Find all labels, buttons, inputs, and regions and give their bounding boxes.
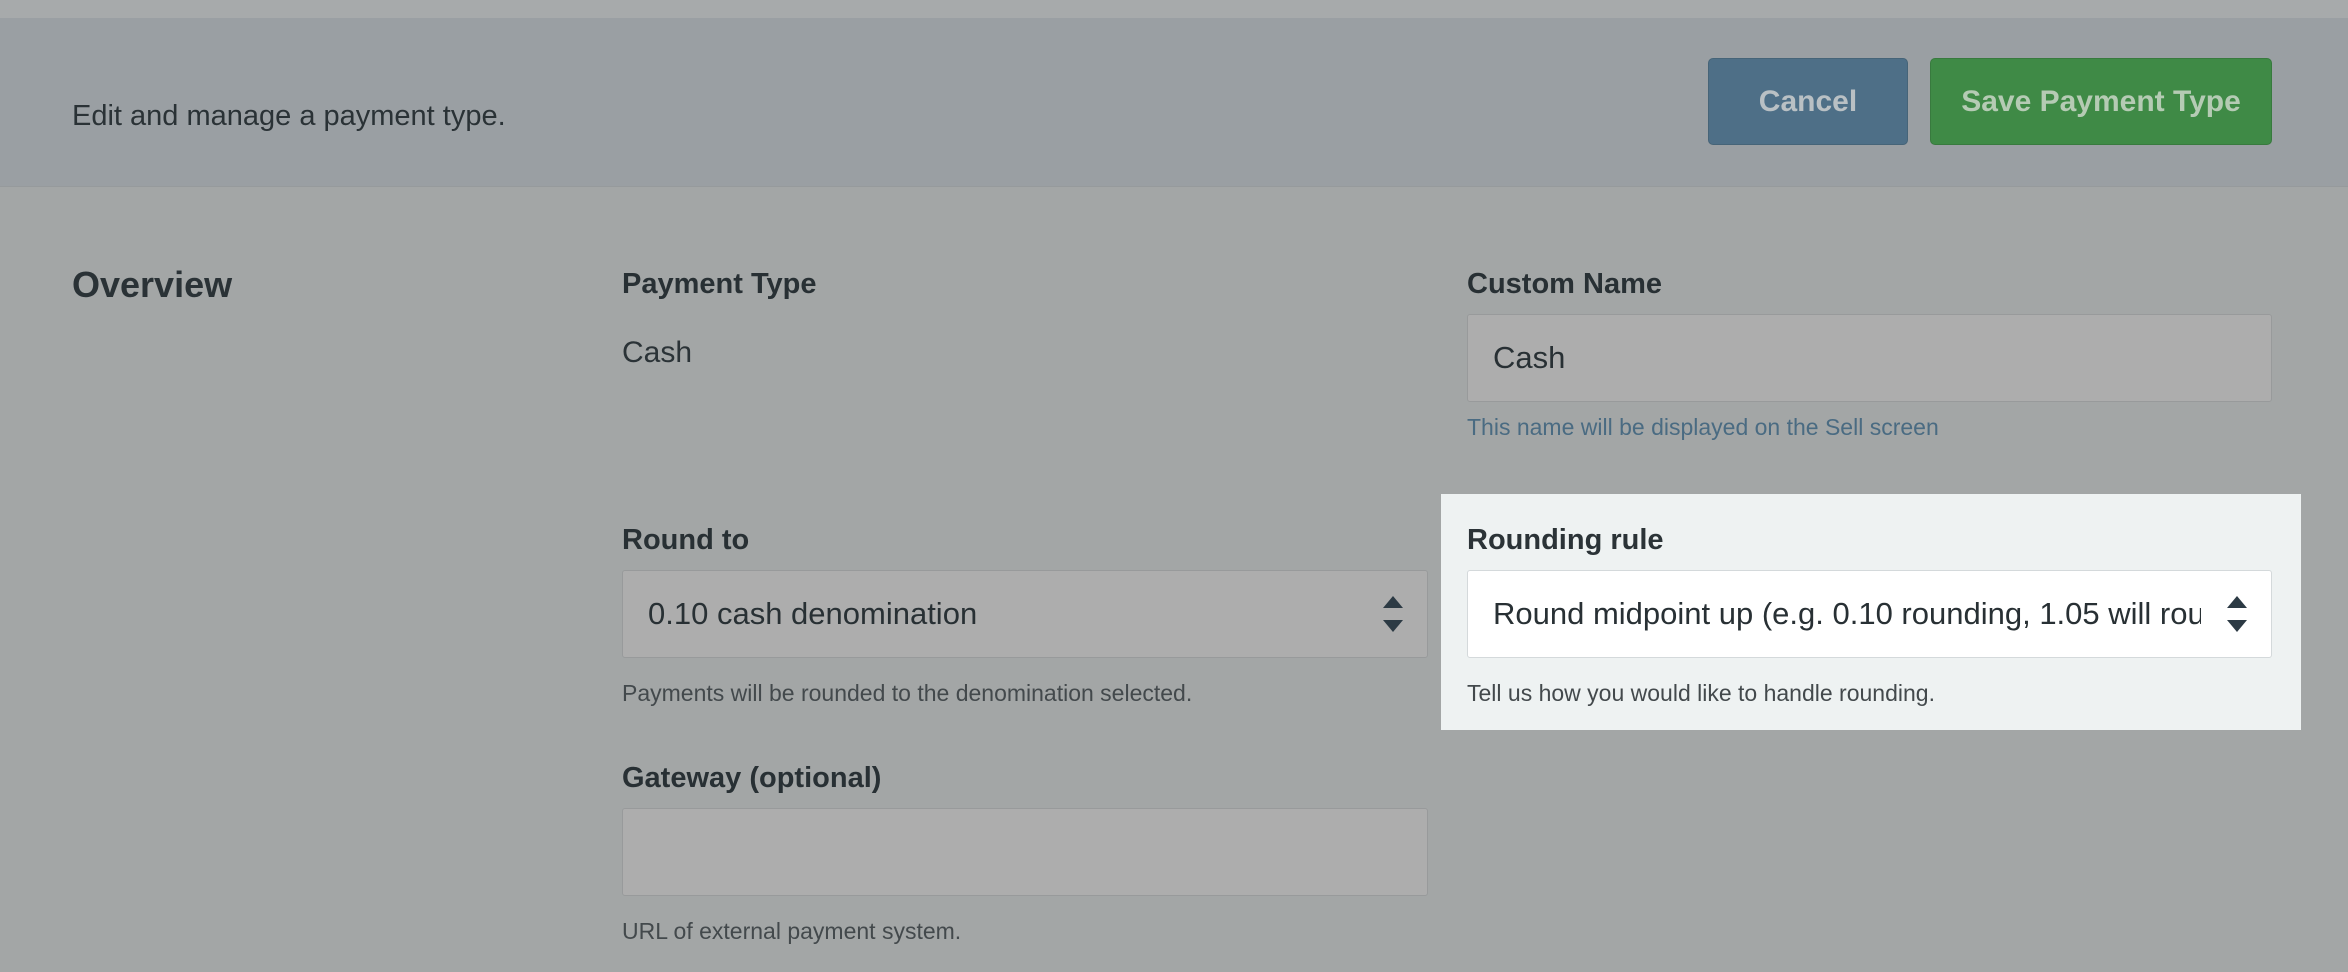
page-header: Edit and manage a payment type. Cancel S… bbox=[0, 18, 2348, 187]
round-to-select[interactable]: 0.10 cash denomination bbox=[622, 570, 1428, 658]
rounding-rule-selected-value: Round midpoint up (e.g. 0.10 rounding, 1… bbox=[1493, 596, 2201, 631]
top-strip bbox=[0, 0, 2348, 18]
gateway-label: Gateway (optional) bbox=[622, 762, 882, 794]
custom-name-input[interactable]: Cash bbox=[1467, 314, 2272, 402]
round-to-helper: Payments will be rounded to the denomina… bbox=[622, 680, 1193, 706]
cancel-button[interactable]: Cancel bbox=[1708, 58, 1908, 145]
rounding-rule-helper: Tell us how you would like to handle rou… bbox=[1467, 680, 1935, 706]
round-to-selected-value: 0.10 cash denomination bbox=[648, 596, 978, 631]
custom-name-label: Custom Name bbox=[1467, 268, 1662, 300]
round-to-label: Round to bbox=[622, 524, 750, 556]
rounding-rule-label: Rounding rule bbox=[1467, 524, 1664, 556]
section-title-overview: Overview bbox=[72, 264, 233, 305]
rounding-rule-select[interactable]: Round midpoint up (e.g. 0.10 rounding, 1… bbox=[1467, 570, 2272, 658]
gateway-helper: URL of external payment system. bbox=[622, 918, 962, 944]
custom-name-value: Cash bbox=[1493, 340, 1566, 375]
save-payment-type-button[interactable]: Save Payment Type bbox=[1930, 58, 2272, 145]
payment-type-label: Payment Type bbox=[622, 268, 817, 300]
page-description: Edit and manage a payment type. bbox=[72, 100, 506, 132]
rounding-rule-panel: Rounding rule Round midpoint up (e.g. 0.… bbox=[1441, 494, 2301, 730]
select-arrows-icon bbox=[2227, 594, 2247, 634]
payment-type-value: Cash bbox=[622, 336, 693, 369]
custom-name-helper: This name will be displayed on the Sell … bbox=[1467, 414, 1939, 440]
select-arrows-icon bbox=[1383, 594, 1403, 634]
gateway-input[interactable] bbox=[622, 808, 1428, 896]
